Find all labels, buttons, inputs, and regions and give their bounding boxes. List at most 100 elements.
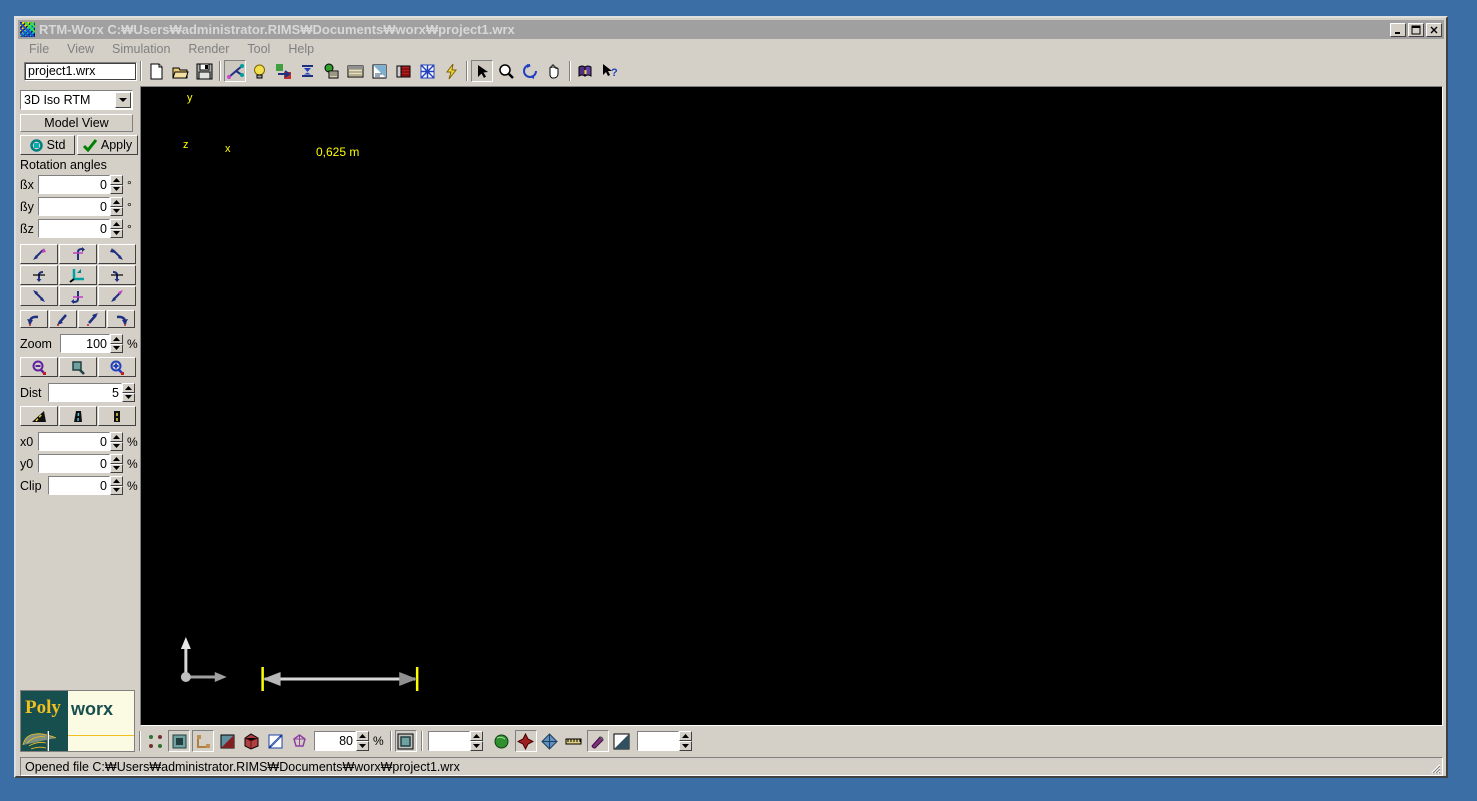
nodes-icon[interactable]: [144, 730, 166, 752]
x0-input[interactable]: 0: [38, 432, 110, 451]
undo-arrow-icon[interactable]: [20, 310, 48, 328]
injection-icon[interactable]: [296, 60, 318, 82]
select-arrow-icon[interactable]: [471, 60, 493, 82]
vent-blue-icon[interactable]: [538, 730, 561, 752]
stepper-down-icon[interactable]: [110, 206, 123, 216]
project-name-field[interactable]: project1.wrx: [24, 61, 137, 81]
help-book-icon[interactable]: [574, 60, 596, 82]
stepper-up-icon[interactable]: [110, 432, 123, 442]
dist-input[interactable]: 5: [48, 383, 122, 402]
rotate-x-pos-icon[interactable]: [98, 265, 136, 285]
perspective-wide-icon[interactable]: [20, 406, 58, 426]
menu-item-help[interactable]: Help: [279, 41, 323, 57]
zoom-input[interactable]: 100: [60, 334, 110, 353]
mesh-blue-icon[interactable]: [416, 60, 438, 82]
mesh-green-icon[interactable]: [320, 60, 342, 82]
rotate-xy-pos-icon[interactable]: [98, 244, 136, 264]
stepper-down-icon[interactable]: [678, 741, 692, 751]
menu-item-simulation[interactable]: Simulation: [103, 41, 179, 57]
x0-stepper[interactable]: [110, 432, 123, 451]
context-help-icon[interactable]: ?: [598, 60, 620, 82]
perspective-narrow-icon[interactable]: [98, 406, 136, 426]
lightning-icon[interactable]: [440, 60, 462, 82]
stepper-up-icon[interactable]: [110, 476, 123, 486]
lightbulb-icon[interactable]: [248, 60, 270, 82]
boundary-icon[interactable]: [192, 730, 214, 752]
material-exchange-icon[interactable]: [272, 60, 294, 82]
stepper-down-icon[interactable]: [110, 485, 123, 495]
pan-hand-icon[interactable]: [543, 60, 565, 82]
save-file-icon[interactable]: [193, 60, 215, 82]
maximize-button[interactable]: [1408, 22, 1424, 37]
frame-input[interactable]: [636, 731, 679, 751]
capsule-purple-icon[interactable]: [586, 730, 609, 752]
zoom-box-icon[interactable]: [394, 730, 417, 752]
shrink-stepper[interactable]: [356, 731, 369, 751]
stepper-up-icon[interactable]: [678, 731, 692, 741]
menu-item-view[interactable]: View: [58, 41, 103, 57]
rotation-y-stepper[interactable]: [110, 197, 123, 216]
rotate-back-icon[interactable]: [49, 310, 77, 328]
stepper-down-icon[interactable]: [469, 741, 483, 751]
geometry-icon[interactable]: [224, 60, 246, 82]
shrink-spinner[interactable]: 80 %: [314, 731, 384, 751]
clip-stepper[interactable]: [110, 476, 123, 495]
stepper-up-icon[interactable]: [110, 454, 123, 464]
zoom-in-icon[interactable]: [98, 357, 136, 377]
model-viewport[interactable]: y x z 0,625 m: [140, 86, 1443, 726]
sphere-green-icon[interactable]: [490, 730, 513, 752]
stepper-up-icon[interactable]: [110, 197, 123, 207]
rotation-y-input[interactable]: 0: [38, 197, 110, 216]
new-file-icon[interactable]: [145, 60, 167, 82]
stepper-up-icon[interactable]: [122, 383, 135, 393]
rotate-x-neg-icon[interactable]: [20, 265, 58, 285]
menu-item-tool[interactable]: Tool: [238, 41, 279, 57]
gradient-icon[interactable]: [610, 730, 633, 752]
redo-arrow-icon[interactable]: [107, 310, 135, 328]
stepper-down-icon[interactable]: [122, 392, 135, 402]
rotation-x-stepper[interactable]: [110, 175, 123, 194]
view-mode-select[interactable]: 3D Iso RTM: [20, 90, 133, 110]
y0-input[interactable]: 0: [38, 454, 110, 473]
scale-stepper[interactable]: [469, 731, 483, 751]
stepper-up-icon[interactable]: [110, 219, 123, 229]
stepper-up-icon[interactable]: [110, 334, 123, 344]
scale-input[interactable]: [427, 731, 470, 751]
menu-item-file[interactable]: File: [20, 41, 58, 57]
rotation-x-input[interactable]: 0: [38, 175, 110, 194]
rotation-z-input[interactable]: 0: [38, 219, 110, 238]
stepper-down-icon[interactable]: [110, 184, 123, 194]
perspective-mid-icon[interactable]: [59, 406, 97, 426]
report-icon[interactable]: [368, 60, 390, 82]
apply-button[interactable]: Apply: [77, 135, 138, 155]
close-button[interactable]: [1426, 22, 1442, 37]
resize-grip[interactable]: [1427, 760, 1441, 774]
rotate-home-icon[interactable]: [59, 265, 97, 285]
shade-diagonal-icon[interactable]: [264, 730, 286, 752]
stepper-up-icon[interactable]: [110, 175, 123, 185]
rotate-fwd-icon[interactable]: [78, 310, 106, 328]
clip-input[interactable]: 0: [48, 476, 110, 495]
stepper-down-icon[interactable]: [356, 741, 369, 751]
stepper-down-icon[interactable]: [110, 228, 123, 238]
y0-stepper[interactable]: [110, 454, 123, 473]
open-file-icon[interactable]: [169, 60, 191, 82]
std-button[interactable]: Std: [20, 135, 76, 155]
gate-red-icon[interactable]: [514, 730, 537, 752]
menu-item-render[interactable]: Render: [179, 41, 238, 57]
stepper-down-icon[interactable]: [110, 441, 123, 451]
book-red-icon[interactable]: [392, 60, 414, 82]
stepper-up-icon[interactable]: [469, 731, 483, 741]
zoom-stepper[interactable]: [110, 334, 123, 353]
scale-spinner[interactable]: [427, 731, 487, 751]
fill-triangle-icon[interactable]: [216, 730, 238, 752]
stepper-down-icon[interactable]: [110, 463, 123, 473]
minimize-button[interactable]: [1390, 22, 1406, 37]
zoom-fit-icon[interactable]: [59, 357, 97, 377]
frame-stepper[interactable]: [678, 731, 692, 751]
rotate-y-down-icon[interactable]: [59, 286, 97, 306]
frame-spinner[interactable]: [636, 731, 692, 751]
elements-icon[interactable]: [168, 730, 190, 752]
stepper-down-icon[interactable]: [110, 343, 123, 353]
zoom-out-icon[interactable]: [20, 357, 58, 377]
